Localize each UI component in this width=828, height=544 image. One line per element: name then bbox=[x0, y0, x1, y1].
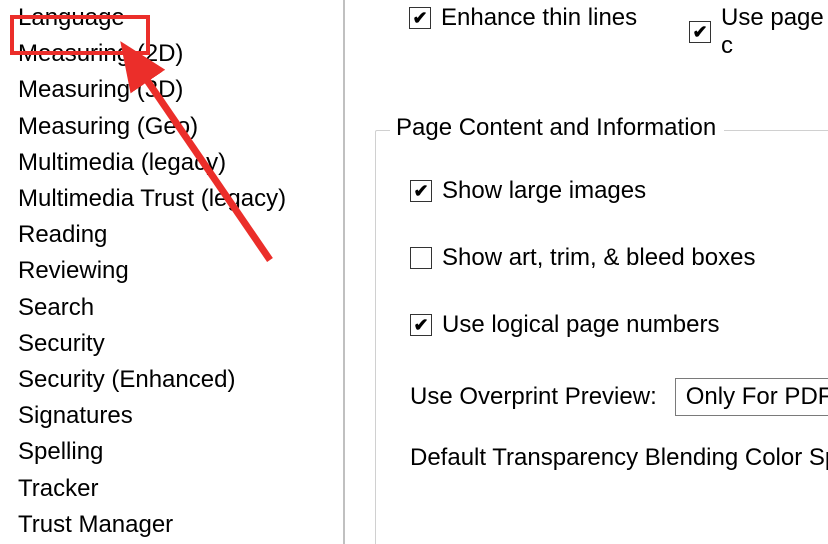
check-icon: ✔ bbox=[412, 9, 427, 27]
enhance-thin-lines-checkbox[interactable]: ✔ Enhance thin lines bbox=[409, 4, 637, 32]
sidebar-item-multimedia-trust-legacy[interactable]: Multimedia Trust (legacy) bbox=[18, 181, 329, 217]
sidebar-item-trust-manager[interactable]: Trust Manager bbox=[18, 507, 329, 543]
sidebar-item-security-enhanced[interactable]: Security (Enhanced) bbox=[18, 362, 329, 398]
show-large-images-label: Show large images bbox=[442, 177, 646, 205]
overprint-preview-label: Use Overprint Preview: bbox=[410, 383, 657, 411]
use-page-label: Use page c bbox=[721, 4, 828, 60]
checkbox-box: ✔ bbox=[410, 180, 432, 202]
show-art-trim-bleed-label: Show art, trim, & bleed boxes bbox=[442, 244, 755, 272]
sidebar-item-language[interactable]: Language bbox=[18, 0, 329, 36]
sidebar-item-search[interactable]: Search bbox=[18, 290, 329, 326]
checkbox-box bbox=[410, 247, 432, 269]
default-transparency-blend-label: Default Transparency Blending Color Sp bbox=[410, 444, 828, 472]
show-large-images-checkbox[interactable]: ✔ Show large images bbox=[410, 177, 646, 205]
sidebar-item-spelling[interactable]: Spelling bbox=[18, 434, 329, 470]
checkbox-box: ✔ bbox=[689, 21, 711, 43]
page-content-information-legend: Page Content and Information bbox=[390, 114, 724, 142]
sidebar-item-measuring-3d[interactable]: Measuring (3D) bbox=[18, 72, 329, 108]
check-icon: ✔ bbox=[692, 23, 707, 41]
check-icon: ✔ bbox=[413, 182, 428, 200]
use-logical-page-numbers-label: Use logical page numbers bbox=[442, 311, 720, 339]
show-art-trim-bleed-checkbox[interactable]: Show art, trim, & bleed boxes bbox=[410, 244, 755, 272]
overprint-preview-dropdown[interactable]: Only For PDF/X bbox=[675, 378, 828, 416]
use-page-checkbox[interactable]: ✔ Use page c bbox=[689, 4, 828, 60]
preferences-panel: ✔ Enhance thin lines ✔ Use page c Page C… bbox=[347, 0, 828, 544]
sidebar-item-measuring-2d[interactable]: Measuring (2D) bbox=[18, 36, 329, 72]
use-logical-page-numbers-checkbox[interactable]: ✔ Use logical page numbers bbox=[410, 311, 720, 339]
enhance-thin-lines-label: Enhance thin lines bbox=[441, 4, 637, 32]
sidebar-item-security[interactable]: Security bbox=[18, 326, 329, 362]
sidebar-item-reviewing[interactable]: Reviewing bbox=[18, 253, 329, 289]
sidebar-item-reading[interactable]: Reading bbox=[18, 217, 329, 253]
check-icon: ✔ bbox=[413, 316, 428, 334]
sidebar-item-multimedia-legacy[interactable]: Multimedia (legacy) bbox=[18, 145, 329, 181]
page-content-information-group: Page Content and Information ✔ Show larg… bbox=[375, 130, 828, 544]
checkbox-box: ✔ bbox=[409, 7, 431, 29]
checkbox-box: ✔ bbox=[410, 314, 432, 336]
preferences-category-list: JavaScript Language Measuring (2D) Measu… bbox=[0, 0, 345, 544]
sidebar-item-measuring-geo[interactable]: Measuring (Geo) bbox=[18, 109, 329, 145]
sidebar-item-signatures[interactable]: Signatures bbox=[18, 398, 329, 434]
sidebar-item-tracker[interactable]: Tracker bbox=[18, 471, 329, 507]
